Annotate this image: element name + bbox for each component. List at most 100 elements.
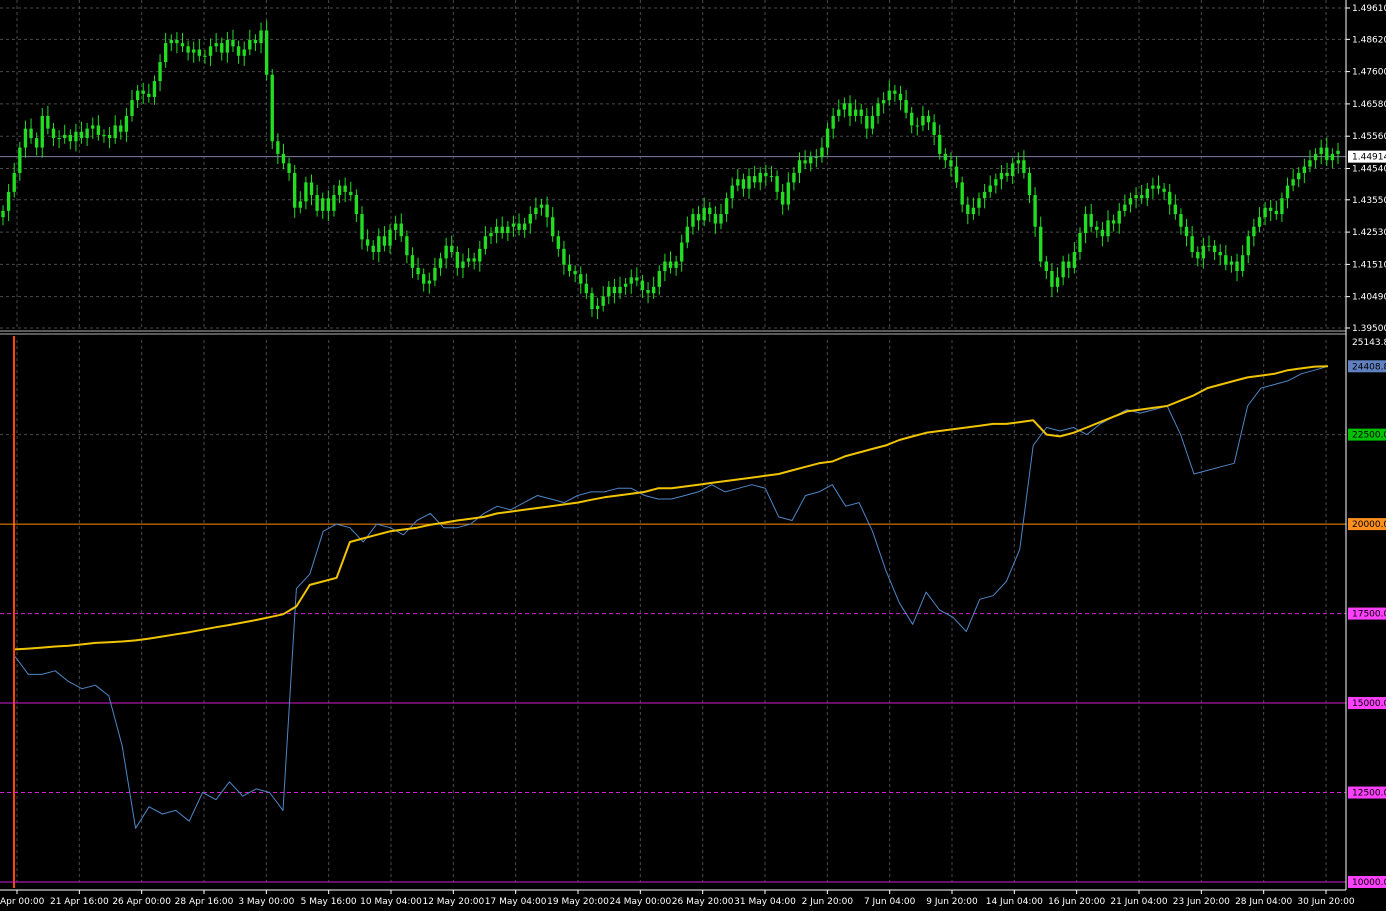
price-candle-body [461, 261, 465, 268]
price-candle-body [343, 185, 347, 192]
price-candle-body [1005, 172, 1009, 177]
price-candle-body [820, 147, 824, 158]
price-candle-body [1218, 252, 1222, 256]
price-candle-body [113, 125, 117, 139]
price-candle-body [1263, 207, 1267, 218]
time-axis-label: 17 May 04:00 [485, 897, 547, 907]
price-candle-body [988, 185, 992, 192]
equity-axis-label: 25143.8 [1352, 338, 1386, 348]
price-candle-body [971, 207, 976, 215]
price-candle-body [287, 163, 291, 173]
price-candle-body [405, 236, 409, 256]
price-candle-body [1336, 150, 1340, 154]
price-candle-body [298, 201, 302, 208]
price-candle-body [382, 236, 387, 246]
price-axis-label: 1.45560 [1352, 132, 1386, 142]
price-axis-label: 1.43550 [1352, 196, 1386, 206]
price-candle-body [427, 280, 431, 284]
price-candle-body [393, 223, 398, 230]
price-candle-body [40, 115, 44, 148]
price-candle-body [102, 134, 106, 136]
price-candle-body [1067, 261, 1071, 268]
price-candle-body [354, 195, 359, 215]
price-candle-body [926, 115, 931, 123]
price-candle-body [175, 39, 179, 44]
price-candle-body [1055, 277, 1060, 287]
price-candle-body [1330, 153, 1335, 161]
price-candle-body [1128, 198, 1133, 205]
current-price-label: 1.44914 [1352, 153, 1386, 163]
price-candle-body [618, 286, 622, 294]
price-candle-body [1246, 236, 1250, 256]
price-candle-body [1190, 236, 1194, 253]
price-candle-body [848, 103, 852, 116]
price-candle-body [837, 109, 841, 116]
price-candle-body [730, 185, 734, 199]
price-candle-body [259, 30, 263, 44]
price-candle-body [786, 182, 790, 205]
price-candle-body [1212, 245, 1217, 253]
price-candle-body [870, 115, 875, 129]
time-axis-label: 21 Apr 16:00 [50, 897, 109, 907]
time-axis-label: 10 May 04:00 [360, 897, 422, 907]
price-candle-body [724, 198, 729, 215]
equity-axis-label: 12500.0 [1352, 789, 1386, 799]
time-axis-label: 24 May 00:00 [609, 897, 671, 907]
price-candle-body [1033, 195, 1037, 227]
price-candle-body [893, 90, 897, 94]
price-candle-body [1, 210, 5, 218]
price-candle-body [960, 182, 964, 205]
price-candle-body [966, 204, 970, 215]
price-candle-body [197, 49, 202, 56]
price-candle-body [292, 172, 297, 208]
price-candle-body [758, 172, 762, 183]
price-axis-label: 1.40490 [1352, 293, 1386, 303]
price-candle-body [208, 46, 213, 56]
price-candle-body [1072, 252, 1077, 268]
price-candle-body [91, 125, 95, 129]
price-candle-body [1229, 261, 1234, 265]
price-candle-body [130, 100, 134, 116]
time-axis-label: 30 Jun 20:00 [1297, 897, 1354, 907]
price-candle-body [792, 172, 796, 183]
price-candle-body [887, 90, 891, 101]
price-candle-body [612, 286, 617, 294]
price-candle-body [696, 214, 701, 221]
price-candle-body [713, 214, 718, 224]
price-candle-body [433, 267, 437, 281]
price-candle-body [203, 55, 207, 57]
price-candle-body [506, 226, 510, 234]
price-candle-body [472, 258, 476, 262]
price-candle-body [360, 214, 364, 240]
price-candle-body [147, 93, 151, 97]
price-candle-body [1061, 261, 1065, 278]
price-candle-body [1156, 185, 1161, 189]
price-axis-label: 1.41510 [1352, 260, 1386, 270]
price-candle-body [932, 122, 936, 135]
price-candle-body [1184, 226, 1189, 237]
price-candle-body [388, 229, 392, 246]
price-candle-body [915, 125, 919, 127]
price-candle-body [579, 274, 583, 284]
price-candle-body [685, 226, 690, 243]
time-axis-label: Apr 00:00 [0, 897, 45, 907]
price-candle-body [1168, 191, 1172, 205]
price-candle-body [444, 245, 448, 259]
price-candle-body [954, 166, 959, 183]
price-candle-body [1274, 210, 1278, 215]
price-candle-body [371, 245, 375, 253]
price-candle-body [629, 277, 633, 284]
price-candle-body [640, 280, 645, 291]
price-candle-body [982, 191, 987, 199]
price-candle-body [63, 134, 67, 139]
price-candle-body [657, 271, 661, 287]
price-candle-body [169, 39, 173, 44]
price-candle-body [994, 179, 998, 186]
price-candle-body [1151, 185, 1155, 189]
price-candle-body [1325, 147, 1329, 161]
price-candle-body [242, 49, 246, 56]
price-candle-body [601, 296, 605, 306]
time-axis-label: 16 Jun 20:00 [1048, 897, 1105, 907]
price-candle-body [214, 43, 218, 47]
equity-axis-label: 10000.0 [1352, 878, 1386, 888]
